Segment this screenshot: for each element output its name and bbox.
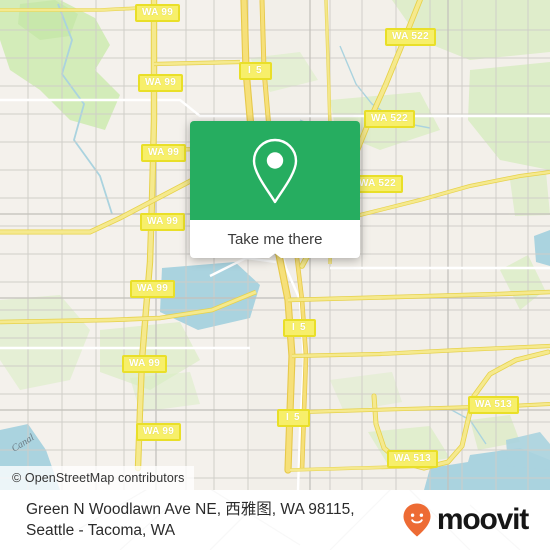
shield-wa99-3: WA 99 [141, 144, 187, 162]
shield-wa99-7: WA 99 [136, 423, 182, 441]
shield-i5-2: I 5 [283, 319, 316, 337]
shield-wa99-6: WA 99 [122, 355, 168, 373]
callout-pin-panel [190, 121, 360, 220]
shield-wa99-4: WA 99 [140, 213, 186, 231]
osm-attribution[interactable]: © OpenStreetMap contributors [0, 466, 194, 490]
shield-wa99-2: WA 99 [138, 74, 184, 92]
take-me-there-button[interactable]: Take me there [190, 220, 360, 258]
place-address: Green N Woodlawn Ave NE, 西雅图, WA 98115, … [26, 499, 355, 541]
shield-i5-1: I 5 [239, 62, 272, 80]
osm-attribution-text: © OpenStreetMap contributors [12, 471, 185, 485]
moovit-pin-icon [403, 503, 431, 537]
footer-bar: Green N Woodlawn Ave NE, 西雅图, WA 98115, … [0, 490, 550, 550]
shield-wa99-5: WA 99 [130, 280, 176, 298]
moovit-logo[interactable]: moovit [402, 502, 529, 538]
shield-i5-3: I 5 [277, 409, 310, 427]
moovit-wordmark: moovit [436, 503, 529, 536]
shield-wa513-1: WA 513 [468, 396, 520, 414]
shield-wa522-2: WA 522 [364, 110, 416, 128]
shield-wa99-1: WA 99 [135, 4, 181, 22]
shield-wa522-1: WA 522 [385, 28, 437, 46]
location-callout-card[interactable]: Take me there [190, 121, 360, 258]
footer-content: Green N Woodlawn Ave NE, 西雅图, WA 98115, … [0, 490, 550, 550]
map-pin-icon [252, 138, 298, 203]
place-address-line1: Green N Woodlawn Ave NE, 西雅图, WA 98115, [26, 501, 355, 518]
place-address-line2: Seattle - Tacoma, WA [26, 522, 176, 539]
map-share-card: Canal WA 99 WA 522 I 5 WA 99 WA 522 WA 9… [0, 0, 550, 550]
map-canvas[interactable]: Canal WA 99 WA 522 I 5 WA 99 WA 522 WA 9… [0, 0, 550, 490]
shield-wa513-2: WA 513 [387, 450, 439, 468]
take-me-there-label: Take me there [227, 230, 323, 248]
